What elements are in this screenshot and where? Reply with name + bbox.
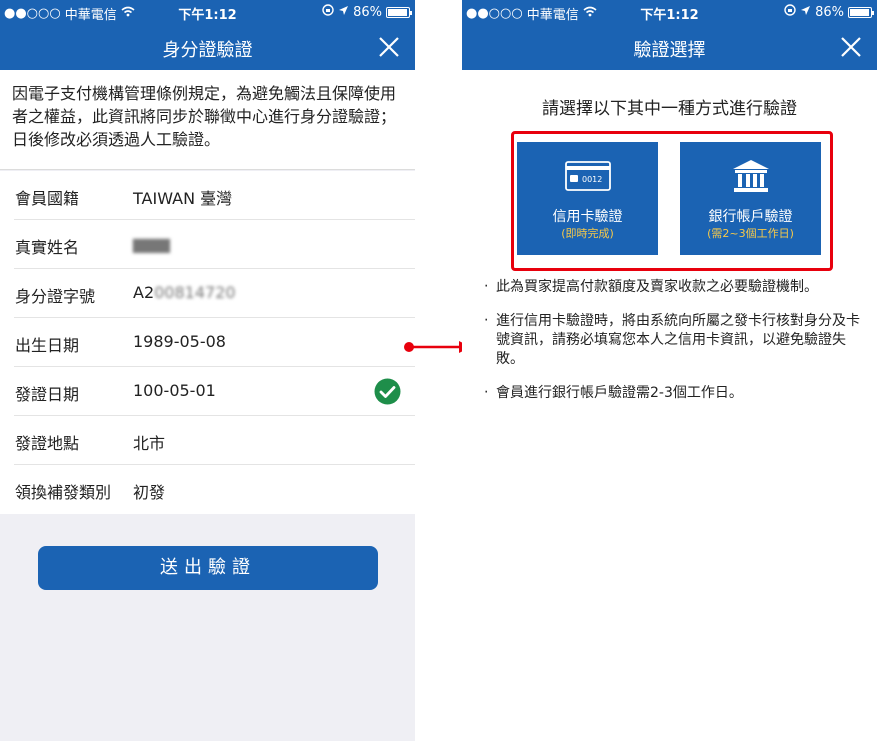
battery-percent: 86% (815, 4, 844, 20)
issue-place-label: 發證地點 (15, 434, 80, 453)
nav-bar: 驗證選擇 (462, 24, 877, 70)
page-title: 身分證驗證 (162, 40, 253, 61)
verified-check-icon (374, 378, 401, 405)
location-icon (800, 5, 811, 20)
row-issue-place: 發證地點 北市 (14, 416, 415, 465)
bank-icon (732, 160, 769, 192)
real-name-value: ▆▆▆ (133, 234, 170, 253)
real-name-label: 真實姓名 (15, 238, 80, 257)
issue-type-value: 初發 (133, 483, 166, 502)
issue-type-label: 領換補發類別 (15, 483, 112, 502)
card-number-text: 0012 (582, 175, 602, 184)
nationality-label: 會員國籍 (15, 189, 80, 208)
nav-bar: 身分證驗證 (0, 24, 415, 70)
note-bullet: ‧ (484, 313, 489, 329)
row-issue-date: 發證日期 100-05-01 (14, 367, 415, 416)
identity-verification-screen: ●●○○○ 中華電信 下午1:12 86% 身分證驗證 因電子支付機構管理條例規… (0, 0, 415, 741)
id-number-value: A200814720 (133, 283, 236, 302)
battery-icon (386, 6, 412, 18)
page-title: 驗證選擇 (633, 40, 706, 61)
bank-account-verification-button[interactable]: 銀行帳戶驗證 (需2~3個工作日) (680, 142, 821, 255)
credit-card-title: 信用卡驗證 (552, 209, 623, 225)
issue-date-label: 發證日期 (15, 385, 80, 404)
note-text: 此為買家提高付款額度及賣家收款之必要驗證機制。 (496, 279, 818, 295)
note-bullet: ‧ (484, 279, 489, 295)
battery-icon (848, 6, 874, 18)
id-number-prefix: A2 (133, 283, 155, 302)
birth-date-label: 出生日期 (15, 336, 80, 355)
note-bullet: ‧ (484, 385, 489, 401)
close-button[interactable] (377, 35, 401, 59)
issue-place-value: 北市 (133, 434, 166, 453)
credit-card-icon: 0012 (564, 161, 611, 191)
rotation-lock-icon (322, 4, 334, 20)
credit-card-subtitle: (即時完成) (561, 227, 614, 240)
close-icon (841, 37, 861, 57)
credit-card-verification-button[interactable]: 0012 信用卡驗證 (即時完成) (517, 142, 658, 255)
bank-subtitle: (需2~3個工作日) (707, 227, 794, 240)
battery-percent: 86% (353, 4, 382, 20)
status-bar: ●●○○○ 中華電信 下午1:12 86% (462, 0, 877, 24)
verification-notes: ‧ 此為買家提高付款額度及賣家收款之必要驗證機制。 ‧ 進行信用卡驗證時，將由系… (484, 278, 863, 418)
birth-date-value: 1989-05-08 (133, 332, 226, 351)
submit-verification-button[interactable]: 送出驗證 (38, 546, 378, 590)
nationality-value: TAIWAN 臺灣 (133, 189, 233, 208)
row-issue-type: 領換補發類別 初發 (14, 465, 415, 514)
close-button[interactable] (839, 35, 863, 59)
status-bar: ●●○○○ 中華電信 下午1:12 86% (0, 0, 415, 24)
note-text: 進行信用卡驗證時，將由系統向所屬之發卡行核對身分及卡號資訊，請務必填寫您本人之信… (496, 313, 860, 367)
legal-notice: 因電子支付機構管理條例規定，為避免觸法且保障使用者之權益，此資訊將同步於聯徵中心… (0, 70, 415, 170)
id-number-label: 身分證字號 (15, 287, 96, 306)
row-id-number: 身分證字號 A200814720 (14, 269, 415, 318)
row-real-name: 真實姓名 ▆▆▆ (14, 220, 415, 269)
rotation-lock-icon (784, 4, 796, 20)
row-birth-date: 出生日期 1989-05-08 (14, 318, 415, 367)
note-item: ‧ 進行信用卡驗證時，將由系統向所屬之發卡行核對身分及卡號資訊，請務必填寫您本人… (484, 312, 863, 369)
note-item: ‧ 此為買家提高付款額度及賣家收款之必要驗證機制。 (484, 278, 863, 297)
verification-choice-screen: ●●○○○ 中華電信 下午1:12 86% 驗證選擇 請選擇以下其中一種方式進行… (462, 0, 877, 741)
issue-date-value: 100-05-01 (133, 381, 216, 400)
location-icon (338, 5, 349, 20)
identity-info-list: 會員國籍 TAIWAN 臺灣 真實姓名 ▆▆▆ 身分證字號 A200814720… (0, 171, 415, 514)
note-text: 會員進行銀行帳戶驗證需2-3個工作日。 (496, 385, 743, 401)
bank-title: 銀行帳戶驗證 (708, 209, 793, 225)
close-icon (379, 37, 399, 57)
id-number-masked: 00814720 (154, 283, 236, 302)
row-nationality: 會員國籍 TAIWAN 臺灣 (14, 171, 415, 220)
method-heading: 請選擇以下其中一種方式進行驗證 (542, 99, 797, 119)
note-item: ‧ 會員進行銀行帳戶驗證需2-3個工作日。 (484, 384, 863, 403)
